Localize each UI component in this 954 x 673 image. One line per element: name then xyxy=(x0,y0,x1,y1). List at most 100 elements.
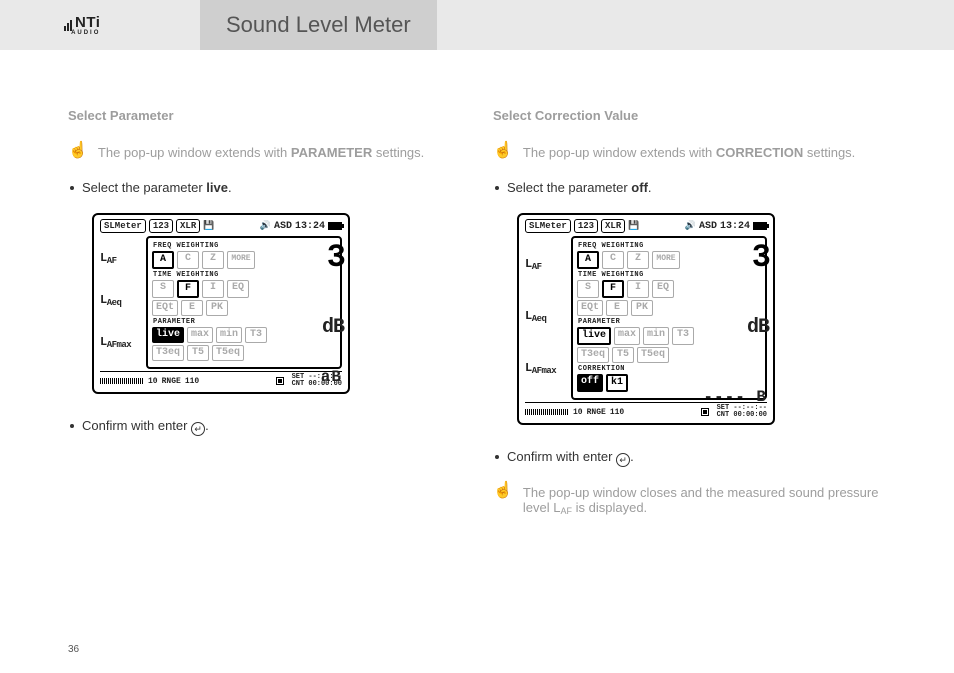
right-bullet-2: Confirm with enter ↵. xyxy=(493,449,886,467)
section-corr: CORREKTION xyxy=(578,365,761,373)
range-lo: 10 xyxy=(148,377,158,386)
param-row-1: live max min T3 xyxy=(152,327,336,343)
device-top-bar: SLMeter 123 XLR 💾 🔊 ASD 13:24 xyxy=(100,219,342,236)
asd-label: ASD xyxy=(274,221,292,232)
right-result-1: ☝ The pop-up window extends with CORRECT… xyxy=(493,145,886,160)
device-screen: SLMeter 123 XLR 💾 🔊 ASD 13:24 LAF LAeq L… xyxy=(517,213,775,425)
unit-db: dB xyxy=(322,316,344,339)
opt-eqt: EQt xyxy=(152,300,178,316)
unit-db: dB xyxy=(747,316,769,339)
set-cnt: SET --:--:-- CNT 00:00:00 xyxy=(717,405,767,419)
opt-eqt: EQt xyxy=(577,300,603,316)
bullet-icon xyxy=(70,424,74,428)
opt-eq: EQ xyxy=(652,280,674,298)
device-screen: SLMeter 123 XLR 💾 🔊 ASD 13:24 LAF LAeq L… xyxy=(92,213,350,394)
opt-c: C xyxy=(602,251,624,269)
device-top-bar: SLMeter 123 XLR 💾 🔊 ASD 13:24 xyxy=(525,219,767,236)
param-row-2: T3eq T5 T5eq xyxy=(152,345,336,361)
column-right: Select Correction Value ☝ The pop-up win… xyxy=(493,108,886,536)
left-labels: LAF LAeq LAFmax xyxy=(100,236,142,369)
logo-bars-icon xyxy=(64,14,73,31)
bullet-icon xyxy=(70,186,74,190)
label-laeq: LAeq xyxy=(525,309,567,324)
label-lafmax: LAFmax xyxy=(100,335,142,350)
device-body: LAF LAeq LAFmax FREQ WEIGHTING A C Z MOR… xyxy=(525,236,767,400)
opt-z: Z xyxy=(202,251,224,269)
section-freq: FREQ WEIGHTING xyxy=(153,242,336,250)
stop-icon xyxy=(276,377,284,385)
opt-f: F xyxy=(602,280,624,298)
right-bullet-1: Select the parameter off. xyxy=(493,180,886,195)
header-bar: NTi AUDIO Sound Level Meter xyxy=(0,0,954,50)
opt-f: F xyxy=(177,280,199,298)
opt-t5: T5 xyxy=(187,345,209,361)
clock-value: 13:24 xyxy=(720,221,750,232)
page-title: Sound Level Meter xyxy=(226,12,411,38)
opt-min: min xyxy=(216,327,242,343)
range-bar-icon xyxy=(525,409,569,415)
label-laf: LAF xyxy=(525,257,567,272)
save-icon: 💾 xyxy=(628,221,639,231)
section-time: TIME WEIGHTING xyxy=(578,271,761,279)
left-device-screenshot: SLMeter 123 XLR 💾 🔊 ASD 13:24 LAF LAeq L… xyxy=(92,213,461,394)
opt-max: max xyxy=(187,327,213,343)
battery-icon xyxy=(753,222,767,230)
opt-e: E xyxy=(181,300,203,316)
speaker-icon: 🔊 xyxy=(685,221,696,231)
label-laf: LAF xyxy=(100,251,142,266)
tab-xlr: XLR xyxy=(601,219,625,233)
device-body: LAF LAeq LAFmax FREQ WEIGHTING A C Z MOR… xyxy=(100,236,342,369)
tab-slmeter: SLMeter xyxy=(100,219,146,233)
section-time: TIME WEIGHTING xyxy=(153,271,336,279)
column-left: Select Parameter ☝ The pop-up window ext… xyxy=(68,108,461,536)
popup-panel: FREQ WEIGHTING A C Z MORE TIME WEIGHTING… xyxy=(146,236,342,369)
section-param: PARAMETER xyxy=(153,318,336,326)
right-result-2-text: The pop-up window closes and the measure… xyxy=(523,485,886,516)
opt-live: live xyxy=(152,327,184,343)
opt-t3eq: T3eq xyxy=(152,345,184,361)
stop-icon xyxy=(701,408,709,416)
right-heading: Select Correction Value xyxy=(493,108,886,123)
bullet-icon xyxy=(495,186,499,190)
freq-row: A C Z MORE xyxy=(577,251,761,269)
section-param: PARAMETER xyxy=(578,318,761,326)
enter-icon: ↵ xyxy=(616,453,630,467)
readout-ab: aB xyxy=(321,368,342,386)
opt-t5: T5 xyxy=(612,347,634,363)
tab-xlr: XLR xyxy=(176,219,200,233)
enter-icon: ↵ xyxy=(191,422,205,436)
bullet-icon xyxy=(495,455,499,459)
param-row-1: live max min T3 xyxy=(577,327,761,345)
opt-pk: PK xyxy=(206,300,228,316)
opt-eq: EQ xyxy=(227,280,249,298)
opt-more: MORE xyxy=(227,251,255,269)
right-device-screenshot: SLMeter 123 XLR 💾 🔊 ASD 13:24 LAF LAeq L… xyxy=(517,213,886,425)
range-lo: 10 xyxy=(573,408,583,417)
time-row-2: EQt E PK xyxy=(577,300,761,316)
hand-icon: ☝ xyxy=(493,483,513,499)
big-readout: 3 xyxy=(752,242,769,274)
opt-s: S xyxy=(152,280,174,298)
popup-panel: FREQ WEIGHTING A C Z MORE TIME WEIGHTING… xyxy=(571,236,767,400)
save-icon: 💾 xyxy=(203,221,214,231)
big-readout: 3 xyxy=(327,242,344,274)
left-labels: LAF LAeq LAFmax xyxy=(525,236,567,400)
section-freq: FREQ WEIGHTING xyxy=(578,242,761,250)
left-bullet-1: Select the parameter live. xyxy=(68,180,461,195)
page-number: 36 xyxy=(68,644,79,655)
opt-live: live xyxy=(577,327,611,345)
opt-z: Z xyxy=(627,251,649,269)
right-result-2: ☝ The pop-up window closes and the measu… xyxy=(493,485,886,516)
opt-a: A xyxy=(152,251,174,269)
opt-e: E xyxy=(606,300,628,316)
device-bottom-bar: 10 RNGE 110 SET --:--:-- CNT 00:00:00 xyxy=(100,371,342,388)
opt-t3: T3 xyxy=(245,327,267,343)
opt-min: min xyxy=(643,327,669,345)
opt-c: C xyxy=(177,251,199,269)
hand-icon: ☝ xyxy=(493,143,513,159)
left-result-1: ☝ The pop-up window extends with PARAMET… xyxy=(68,145,461,160)
time-row-1: S F I EQ xyxy=(577,280,761,298)
asd-label: ASD xyxy=(699,221,717,232)
left-bullet-2: Confirm with enter ↵. xyxy=(68,418,461,436)
speaker-icon: 🔊 xyxy=(260,221,271,231)
